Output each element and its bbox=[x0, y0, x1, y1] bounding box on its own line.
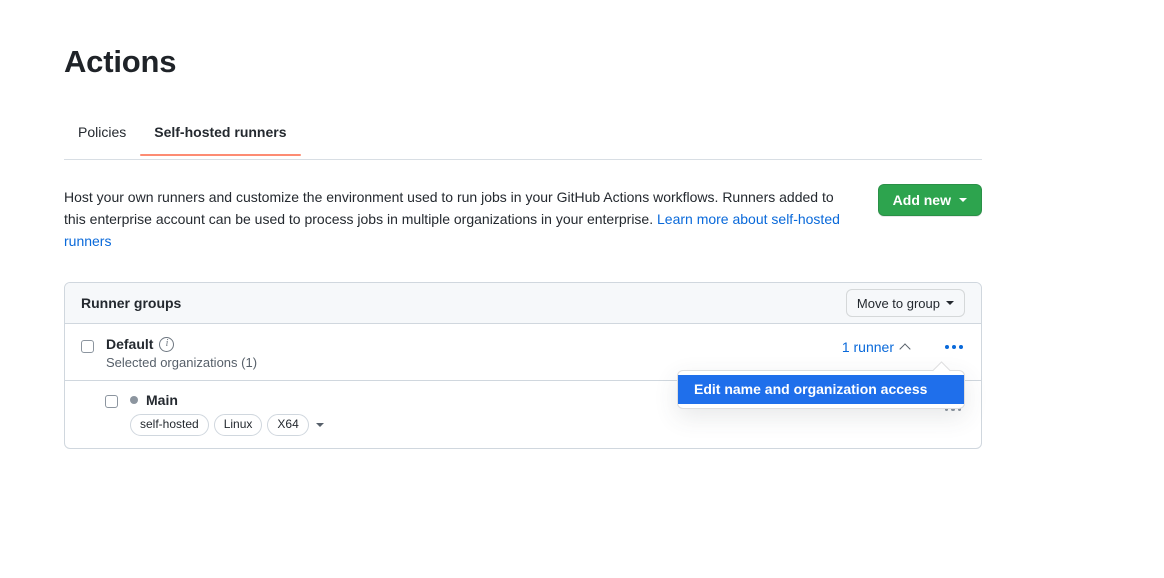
runner-label: self-hosted bbox=[130, 414, 209, 436]
runner-groups-title: Runner groups bbox=[81, 295, 181, 311]
tab-bar: Policies Self-hosted runners bbox=[64, 122, 982, 160]
runner-status-dot-icon bbox=[130, 396, 138, 404]
move-to-group-label: Move to group bbox=[857, 296, 940, 311]
group-name: Default bbox=[106, 336, 153, 352]
group-row-actions: 1 runner bbox=[842, 339, 965, 355]
tab-policies[interactable]: Policies bbox=[64, 122, 140, 154]
add-new-button[interactable]: Add new bbox=[878, 184, 982, 216]
move-to-group-button[interactable]: Move to group bbox=[846, 289, 965, 317]
runner-labels: self-hosted Linux X64 bbox=[130, 414, 965, 436]
chevron-down-icon bbox=[946, 301, 954, 305]
runner-label: Linux bbox=[214, 414, 263, 436]
add-new-label: Add new bbox=[893, 192, 951, 208]
runner-groups-card: Runner groups Move to group Default i Se… bbox=[64, 282, 982, 449]
page-title: Actions bbox=[64, 44, 176, 80]
group-context-menu: Edit name and organization access bbox=[677, 370, 965, 409]
info-icon[interactable]: i bbox=[159, 337, 174, 352]
menu-item-edit-name-and-organization-access[interactable]: Edit name and organization access bbox=[678, 375, 964, 404]
tab-self-hosted-runners[interactable]: Self-hosted runners bbox=[140, 122, 300, 154]
chevron-up-icon bbox=[899, 343, 910, 354]
runner-checkbox[interactable] bbox=[105, 395, 118, 408]
group-info: Default i Selected organizations (1) bbox=[106, 336, 842, 370]
group-kebab-menu-icon[interactable] bbox=[943, 341, 965, 353]
chevron-down-icon bbox=[959, 198, 967, 202]
runner-count-toggle[interactable]: 1 runner bbox=[842, 339, 909, 355]
runner-name[interactable]: Main bbox=[146, 392, 178, 408]
runner-count-label: 1 runner bbox=[842, 339, 894, 355]
actions-settings-page: Actions Policies Self-hosted runners Hos… bbox=[0, 0, 1164, 578]
group-name-line: Default i bbox=[106, 336, 842, 352]
runner-groups-header: Runner groups Move to group bbox=[65, 283, 981, 324]
group-subtitle: Selected organizations (1) bbox=[106, 355, 842, 370]
chevron-down-icon[interactable] bbox=[316, 423, 324, 427]
group-checkbox[interactable] bbox=[81, 340, 94, 353]
runner-label: X64 bbox=[267, 414, 308, 436]
intro-description: Host your own runners and customize the … bbox=[64, 186, 846, 252]
